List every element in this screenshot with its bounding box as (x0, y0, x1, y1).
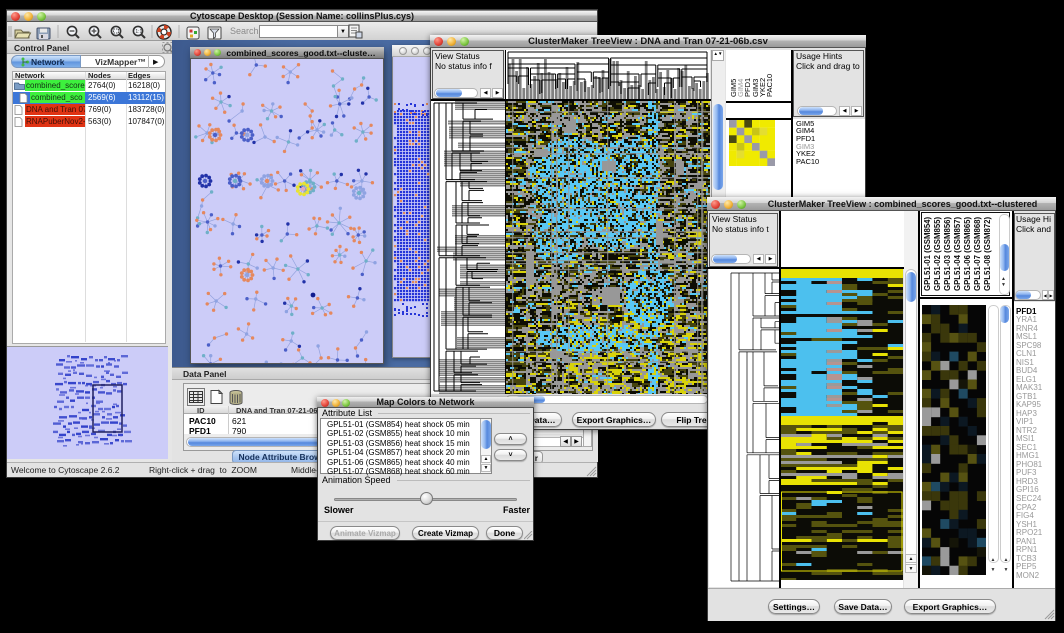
svg-text:1:1: 1:1 (135, 29, 142, 35)
